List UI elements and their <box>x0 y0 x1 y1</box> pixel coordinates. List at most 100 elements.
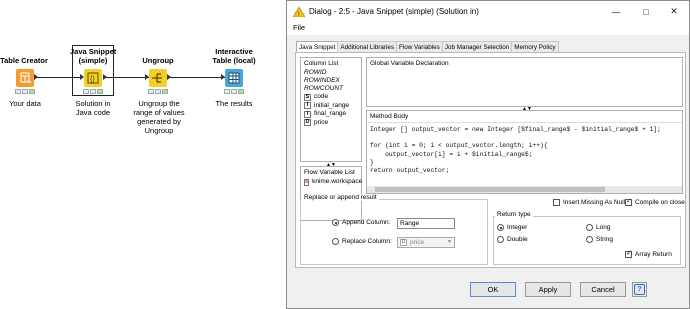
compile-on-close-checkbox[interactable] <box>625 198 632 206</box>
table-creator-icon <box>16 69 34 87</box>
method-body-editor[interactable]: Integer [] output_vector = new Integer [… <box>367 123 682 178</box>
column-rowid[interactable]: ROWID <box>301 69 361 77</box>
append-radio[interactable] <box>332 219 339 226</box>
double-label: Double <box>507 236 528 243</box>
string-flowvar-icon: s <box>304 178 310 186</box>
apply-button[interactable]: Apply <box>525 282 571 297</box>
java-snippet-icon: {} <box>84 69 102 87</box>
flow-variable-name: knime.workspace <box>312 178 363 185</box>
cancel-button[interactable]: Cancel <box>580 282 626 297</box>
input-port-icon[interactable] <box>145 74 149 80</box>
warning-icon: ! <box>293 6 305 17</box>
node-description: The results <box>215 99 253 108</box>
column-item[interactable]: Dprice <box>301 119 361 128</box>
dialog-title: Dialog - 2:5 - Java Snippet (simple) (So… <box>309 7 479 16</box>
column-rowindex[interactable]: ROWINDEX <box>301 77 361 85</box>
return-long-option[interactable]: Long <box>586 224 610 231</box>
column-name: final_range <box>314 110 347 117</box>
java-snippet-dialog: ! Dialog - 2:5 - Java Snippet (simple) (… <box>286 0 690 309</box>
horizontal-scrollbar[interactable] <box>367 186 682 193</box>
close-button[interactable]: ✕ <box>659 1 689 22</box>
column-name: code <box>314 93 329 100</box>
workflow-canvas[interactable]: Table Creator Your data Java Snippet (si… <box>0 0 286 309</box>
minimize-button[interactable]: — <box>601 1 631 22</box>
global-declaration-panel: Global Variable Declaration <box>366 57 683 107</box>
return-double-option[interactable]: Double <box>497 236 528 243</box>
return-type-label: Return type <box>495 211 533 218</box>
title-bar[interactable]: ! Dialog - 2:5 - Java Snippet (simple) (… <box>287 1 689 22</box>
long-radio[interactable] <box>586 224 593 231</box>
column-rowcount[interactable]: ROWCOUNT <box>301 85 361 93</box>
menu-file[interactable]: File <box>293 23 305 32</box>
node-title: Ungroup <box>142 56 174 65</box>
integer-type-icon: I <box>304 110 311 118</box>
scrollbar-thumb[interactable] <box>375 187 605 192</box>
flow-variable-item[interactable]: s knime.workspace <box>301 178 363 187</box>
long-label: Long <box>596 224 611 231</box>
help-icon: ? <box>634 284 645 295</box>
column-list-panel: Column List ROWID ROWINDEX ROWCOUNT Scod… <box>300 57 362 162</box>
node-title: Interactive Table (local) <box>212 47 256 65</box>
compile-on-close-option[interactable]: Compile on close <box>625 198 685 206</box>
column-item[interactable]: Scode <box>301 93 361 102</box>
insert-missing-option[interactable]: Insert Missing As Null <box>553 199 625 206</box>
method-body-header: Method Body <box>367 111 682 123</box>
menu-bar: File <box>287 22 689 35</box>
double-type-icon: D <box>304 119 311 127</box>
replace-radio[interactable] <box>332 238 339 245</box>
double-type-icon: D <box>400 239 407 246</box>
append-column-option[interactable]: Append Column: <box>332 219 390 226</box>
global-declaration-header: Global Variable Declaration <box>370 60 449 67</box>
string-label: String <box>596 236 613 243</box>
output-port-icon[interactable] <box>167 74 171 80</box>
status-traffic-light <box>148 89 168 94</box>
node-title: Table Creator <box>0 56 48 65</box>
column-name: initial_range <box>314 101 350 109</box>
insert-missing-label: Insert Missing As Null <box>563 199 626 206</box>
array-return-checkbox[interactable] <box>625 250 632 258</box>
double-radio[interactable] <box>497 236 504 243</box>
interactive-table-icon <box>225 69 243 87</box>
ok-button[interactable]: OK <box>470 282 516 297</box>
integer-label: Integer <box>507 224 528 231</box>
string-type-icon: S <box>304 93 311 101</box>
append-column-input[interactable]: Range <box>397 218 455 229</box>
column-list-header: Column List <box>304 60 339 67</box>
string-radio[interactable] <box>586 236 593 243</box>
integer-type-icon: I <box>304 102 311 110</box>
node-description: Your data <box>9 99 41 108</box>
node-description: Solution in Java code <box>75 99 111 117</box>
array-return-label: Array Return <box>635 251 672 258</box>
replace-label: Replace Column: <box>342 238 392 245</box>
help-button[interactable]: ? <box>632 282 647 297</box>
compile-on-close-label: Compile on close <box>635 199 685 206</box>
array-return-option[interactable]: Array Return <box>625 250 672 258</box>
return-integer-option[interactable]: Integer <box>497 224 527 231</box>
connection-3 <box>167 77 226 78</box>
replace-column-select[interactable]: D price ▼ <box>397 237 455 248</box>
input-port-icon[interactable] <box>80 74 84 80</box>
replace-column-value: price <box>410 239 425 246</box>
status-traffic-light <box>15 89 35 94</box>
node-title: Java Snippet (simple) <box>70 47 117 65</box>
input-port-icon[interactable] <box>221 74 225 80</box>
replace-append-label: Replace or append result <box>302 194 379 201</box>
method-body-panel: Method Body Integer [] output_vector = n… <box>366 110 683 194</box>
replace-append-group <box>300 199 488 265</box>
node-description: Ungroup the range of values generated by… <box>133 99 185 135</box>
ungroup-icon <box>149 69 167 87</box>
integer-radio[interactable] <box>497 224 504 231</box>
output-port-icon[interactable] <box>34 74 38 80</box>
column-item[interactable]: Iinitial_range <box>301 102 361 111</box>
column-name: price <box>314 118 329 126</box>
replace-column-option[interactable]: Replace Column: <box>332 238 392 245</box>
maximize-button[interactable]: □ <box>631 1 661 22</box>
output-port-icon[interactable] <box>103 74 107 80</box>
column-item[interactable]: Ifinal_range <box>301 110 361 119</box>
status-traffic-light <box>224 89 244 94</box>
insert-missing-checkbox[interactable] <box>553 199 560 206</box>
chevron-down-icon: ▼ <box>447 239 452 245</box>
java-snippet-panel: Column List ROWID ROWINDEX ROWCOUNT Scod… <box>295 52 686 268</box>
global-declaration-editor[interactable] <box>367 71 682 106</box>
return-string-option[interactable]: String <box>586 236 613 243</box>
